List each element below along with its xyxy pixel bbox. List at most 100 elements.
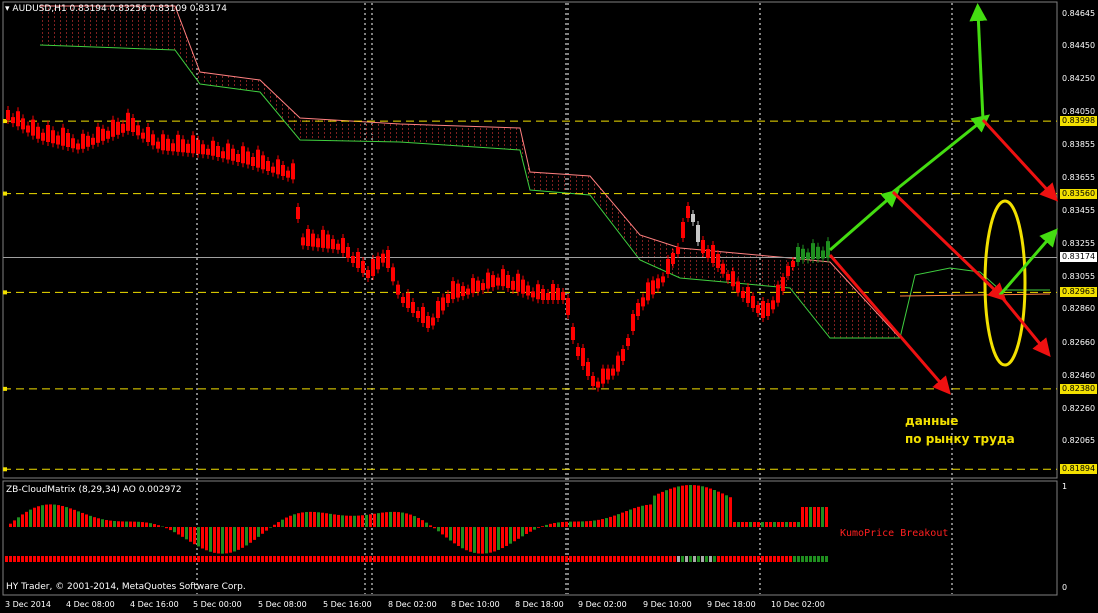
histogram-bar bbox=[169, 527, 172, 531]
candle-body bbox=[771, 300, 775, 310]
candle-body bbox=[736, 281, 740, 293]
signal-block bbox=[621, 556, 624, 562]
candle-body bbox=[346, 247, 350, 258]
signal-block bbox=[797, 556, 800, 562]
signal-block bbox=[817, 556, 820, 562]
histogram-bar bbox=[665, 490, 668, 527]
histogram-bar bbox=[129, 521, 132, 527]
histogram-bar bbox=[41, 505, 44, 527]
signal-block bbox=[69, 556, 72, 562]
signal-block bbox=[361, 556, 364, 562]
chevron-down-icon[interactable]: ▾ bbox=[5, 4, 10, 14]
histogram-bar bbox=[597, 519, 600, 527]
arrow-down-drawing[interactable] bbox=[981, 118, 1059, 202]
candle-body bbox=[256, 149, 260, 168]
signal-block bbox=[665, 556, 668, 562]
signal-block bbox=[713, 556, 716, 562]
time-tick-label: 8 Dec 02:00 bbox=[388, 600, 437, 609]
arrow-down-drawing[interactable] bbox=[998, 294, 1051, 357]
candle-body bbox=[711, 245, 715, 263]
signal-block bbox=[649, 556, 652, 562]
candle-body bbox=[56, 135, 60, 145]
candle-body bbox=[426, 316, 430, 328]
candle-body bbox=[21, 118, 25, 130]
time-tick-label: 5 Dec 08:00 bbox=[258, 600, 307, 609]
candle-body bbox=[356, 252, 360, 268]
candle-body bbox=[706, 249, 710, 258]
histogram-bar bbox=[309, 511, 312, 527]
signal-block bbox=[429, 556, 432, 562]
price-tick-label: 0.82860 bbox=[1062, 304, 1096, 314]
arrow-up-drawing[interactable] bbox=[829, 189, 900, 252]
histogram-bar bbox=[109, 520, 112, 527]
time-tick-label: 3 Dec 2014 bbox=[5, 600, 52, 609]
signal-block bbox=[693, 556, 696, 562]
signal-block bbox=[61, 556, 64, 562]
histogram-bar bbox=[549, 523, 552, 527]
candle-body bbox=[321, 229, 325, 248]
histogram-bar bbox=[349, 515, 352, 527]
histogram-bar bbox=[493, 527, 496, 552]
histogram-bar bbox=[365, 514, 368, 527]
histogram-bar bbox=[197, 527, 200, 547]
arrow-up-drawing[interactable] bbox=[892, 114, 991, 194]
histogram-bar bbox=[425, 522, 428, 527]
signal-block bbox=[121, 556, 124, 562]
signal-block bbox=[261, 556, 264, 562]
highlight-ellipse[interactable] bbox=[983, 199, 1027, 367]
candle-body bbox=[41, 132, 45, 141]
candle-body bbox=[206, 148, 210, 155]
price-tick-label: 0.83655 bbox=[1062, 172, 1096, 182]
candle-body bbox=[456, 283, 460, 298]
histogram-bar bbox=[789, 522, 792, 527]
histogram-bar bbox=[61, 505, 64, 527]
candle-body bbox=[691, 214, 695, 222]
price-chart[interactable] bbox=[0, 0, 1098, 613]
signal-block bbox=[381, 556, 384, 562]
candle-body bbox=[416, 311, 420, 318]
signal-block bbox=[405, 556, 408, 562]
signal-block bbox=[173, 556, 176, 562]
signal-block bbox=[481, 556, 484, 562]
candle-body bbox=[661, 276, 665, 283]
histogram-bar bbox=[505, 527, 508, 546]
candle-body bbox=[411, 302, 415, 313]
signal-block bbox=[717, 556, 720, 562]
signal-block bbox=[77, 556, 80, 562]
histogram-bar bbox=[465, 527, 468, 551]
signal-block bbox=[293, 556, 296, 562]
time-tick-label: 10 Dec 02:00 bbox=[771, 600, 825, 609]
signal-block bbox=[657, 556, 660, 562]
signal-block bbox=[377, 556, 380, 562]
histogram-bar bbox=[481, 527, 484, 554]
candle-body bbox=[101, 128, 105, 141]
histogram-bar bbox=[165, 527, 168, 529]
arrow-up-drawing[interactable] bbox=[969, 3, 988, 121]
histogram-bar bbox=[33, 507, 36, 527]
candle-body bbox=[806, 252, 810, 260]
candle-body bbox=[146, 127, 150, 142]
candle-body bbox=[171, 143, 175, 152]
histogram-bar bbox=[681, 485, 684, 527]
signal-block bbox=[709, 556, 712, 562]
ohlc-values: 0.83194 0.83256 0.83109 0.83174 bbox=[69, 4, 227, 14]
arrow-down-drawing[interactable] bbox=[891, 190, 1007, 302]
candle-body bbox=[271, 166, 275, 173]
histogram-bar bbox=[629, 509, 632, 527]
signal-block bbox=[793, 556, 796, 562]
candle-body bbox=[786, 266, 790, 276]
histogram-bar bbox=[409, 514, 412, 527]
histogram-bar bbox=[185, 527, 188, 540]
signal-block bbox=[473, 556, 476, 562]
signal-block bbox=[145, 556, 148, 562]
signal-block bbox=[565, 556, 568, 562]
histogram-bar bbox=[157, 525, 160, 527]
histogram-bar bbox=[509, 527, 512, 544]
candle-body bbox=[821, 250, 825, 259]
histogram-bar bbox=[49, 504, 52, 527]
signal-block bbox=[457, 556, 460, 562]
candle-body bbox=[51, 130, 55, 144]
signal-block bbox=[645, 556, 648, 562]
cloud-fill bbox=[40, 6, 900, 338]
candle-body bbox=[621, 349, 625, 361]
